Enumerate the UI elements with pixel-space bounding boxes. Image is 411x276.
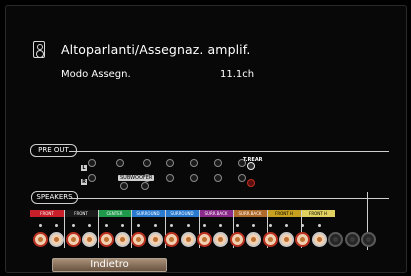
terminal-indicator [55,224,59,227]
terminal-indicator [219,224,223,227]
pre-out-jack [143,159,151,167]
terminal-indicator [88,224,92,227]
setup-screen: Altoparlanti/Assegnaz. amplif. Modo Asse… [5,5,407,273]
subwoofer-label: SUBWOOFER [118,175,155,181]
speaker-terminal [49,232,65,247]
speaker-terminal [115,232,130,247]
speaker-terminal [180,232,196,247]
terminal-indicator [153,224,157,227]
speaker-terminal [131,232,147,247]
terminal-indicator [203,224,206,227]
speaker-terminal [213,232,229,247]
speaker-terminal [33,232,48,247]
speaker-icon [33,41,45,58]
pre-out-jack [88,174,96,182]
terminal-indicator [137,224,141,227]
terminal-indicator [104,224,108,227]
speaker-terminal [361,232,376,247]
mode-assign-value[interactable]: 11.1ch [220,69,254,80]
speaker-terminal [328,232,344,247]
subwoofer-jack [120,182,128,190]
terminal-indicator [301,224,305,227]
trear-label: T.REAR [243,157,263,163]
speaker-terminal [279,232,294,247]
pre-out-jack [166,159,174,167]
subwoofer-jack [141,182,149,190]
terminal-indicator [252,224,256,227]
speaker-terminal [229,232,245,247]
speaker-terminal [246,232,262,247]
speaker-terminal [98,232,114,247]
speakers-divider [69,198,389,199]
terminal-indicator [121,224,124,227]
pre-out-jack [166,174,174,182]
pre-out-jack [190,159,198,167]
mode-assign-label: Modo Assegn. [61,69,131,80]
right-marker: R [81,179,87,185]
speaker-channel-label: FRONT H [267,210,301,217]
speaker-channel-label: CENTER [98,210,131,217]
channel-divider [64,210,65,248]
trear-jack [247,162,255,170]
terminal-indicator [235,224,239,227]
pre-out-jack [238,174,246,182]
terminal-indicator [268,224,272,227]
terminal-indicator [71,224,75,227]
pre-out-jack [88,159,96,167]
speaker-channel-label: FRONT [64,210,98,217]
trear-jack [247,179,255,187]
speaker-terminal [164,232,180,247]
speaker-terminal [344,232,360,247]
speaker-channel-label: FRONT H [301,210,335,217]
speaker-terminal [147,232,163,247]
speaker-terminal [295,232,311,247]
terminal-indicator [186,224,190,227]
terminal-indicator [285,224,288,227]
page-title: Altoparlanti/Assegnaz. amplif. [61,42,251,57]
pre-out-jack [214,159,222,167]
speaker-channel-label: FRONT [30,210,64,217]
speaker-channel-label: SURROUND [165,210,199,217]
speaker-channel-label: SURR.BACK [199,210,233,217]
speaker-terminal [311,232,327,247]
speaker-terminal [82,232,98,247]
speaker-channel-label: SURR.BACK [233,210,267,217]
back-button[interactable]: Indietro [52,258,167,272]
terminal-indicator [317,224,321,227]
pre-out-divider [69,151,389,152]
pre-out-jack [214,174,222,182]
speaker-terminal [197,232,212,247]
speaker-channel-label: SURROUND [131,210,165,217]
terminal-indicator [170,224,174,227]
speaker-terminal [262,232,278,247]
speaker-terminal [65,232,81,247]
pre-out-jack [116,159,124,167]
left-marker: L [81,165,87,171]
pre-out-jack [190,174,198,182]
terminal-indicator [39,224,42,227]
